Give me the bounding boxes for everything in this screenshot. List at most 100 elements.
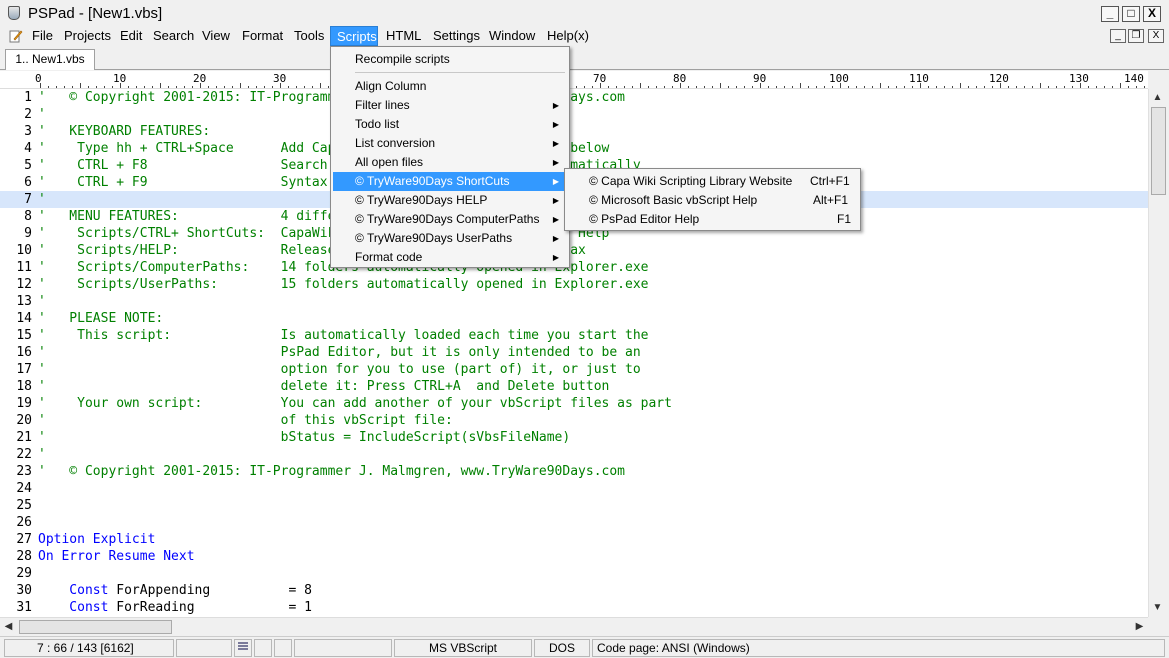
- menu-item-recompile-scripts[interactable]: Recompile scripts: [333, 50, 567, 69]
- menu-window[interactable]: Window: [483, 26, 541, 46]
- submenu-arrow-icon: ▶: [552, 139, 559, 148]
- ruler-tick: [632, 86, 633, 88]
- line-ending-format[interactable]: DOS: [534, 639, 590, 657]
- menu-tools[interactable]: Tools: [288, 26, 330, 46]
- ruler-tick: [176, 86, 177, 88]
- pspad-app-icon[interactable]: [8, 6, 20, 20]
- minimize-button[interactable]: _: [1101, 6, 1119, 22]
- ruler-tick: [1088, 86, 1089, 88]
- ruler-tick: [912, 86, 913, 88]
- code-line: 16 ' PsPad Editor, but it is only intende…: [16, 345, 641, 360]
- tab-bar: 1.. New1.vbs: [0, 46, 1169, 70]
- status-panel-empty: [274, 639, 292, 657]
- horizontal-scroll-thumb[interactable]: [19, 620, 172, 634]
- status-panel-empty: [254, 639, 272, 657]
- menu-item-tryware-shortcuts[interactable]: © TryWare90Days ShortCuts ▶: [333, 172, 567, 191]
- submenu-item-pspad-help[interactable]: © PsPad Editor Help F1: [567, 210, 858, 229]
- wrap-lines-icon[interactable]: [234, 639, 252, 657]
- menu-item-todo-list[interactable]: Todo list ▶: [333, 115, 567, 134]
- code-line: 10 ' Scripts/HELP: Release... ...ScrSynta…: [16, 243, 586, 258]
- ruler-tick: [840, 83, 841, 88]
- code-line: 25: [16, 498, 32, 513]
- ruler-tick: [272, 86, 273, 88]
- ruler-tick: [920, 83, 921, 88]
- mdi-minimize-button[interactable]: _: [1110, 29, 1126, 43]
- vertical-scrollbar[interactable]: ▲ ▼: [1148, 89, 1167, 617]
- scroll-right-arrow-icon[interactable]: ▶: [1131, 618, 1148, 635]
- menu-item-tryware-computerpaths[interactable]: © TryWare90Days ComputerPaths ▶: [333, 210, 567, 229]
- ruler-tick: [208, 86, 209, 88]
- code-line: 14 ' PLEASE NOTE:: [16, 311, 164, 326]
- menu-search[interactable]: Search: [147, 26, 200, 46]
- status-bar: 7 : 66 / 143 [6162] MS VBScript DOS Code…: [0, 636, 1169, 658]
- cursor-position: 7 : 66 / 143 [6162]: [4, 639, 174, 657]
- code-line: 4 ' Type hh + CTRL+Space Add Capa Wiki Sc…: [24, 141, 610, 156]
- ruler-tick: [712, 86, 713, 88]
- submenu-item-vbscript-help[interactable]: © Microsoft Basic vbScript Help Alt+F1: [567, 191, 858, 210]
- code-line: 26: [16, 515, 32, 530]
- code-line: 29: [16, 566, 32, 581]
- code-line: 1 ' © Copyright 2001-2015: IT-Programmer …: [24, 90, 625, 105]
- ruler-tick: [576, 86, 577, 88]
- ruler-tick: [792, 86, 793, 88]
- ruler-tick: [744, 86, 745, 88]
- close-button[interactable]: X: [1143, 6, 1161, 22]
- menu-projects[interactable]: Projects: [58, 26, 117, 46]
- vertical-scroll-thumb[interactable]: [1151, 107, 1166, 195]
- edit-document-icon: [9, 30, 23, 43]
- ruler-tick: [976, 86, 977, 88]
- ruler-tick: [592, 86, 593, 88]
- ruler-label: 100: [829, 72, 849, 85]
- shortcut-key: Ctrl+F1: [810, 174, 850, 188]
- maximize-button[interactable]: □: [1122, 6, 1140, 22]
- code-line: 21 ' bStatus = IncludeScript(sVbsFileName…: [16, 430, 571, 445]
- ruler-tick: [1144, 86, 1145, 88]
- menu-item-filter-lines[interactable]: Filter lines ▶: [333, 96, 567, 115]
- submenu-item-capa-wiki[interactable]: © Capa Wiki Scripting Library Website Ctr…: [567, 172, 858, 191]
- ruler-tick: [152, 86, 153, 88]
- menu-item-all-open-files[interactable]: All open files ▶: [333, 153, 567, 172]
- menu-item-tryware-userpaths[interactable]: © TryWare90Days UserPaths ▶: [333, 229, 567, 248]
- menu-help[interactable]: Help(x): [541, 26, 595, 46]
- ruler-tick: [584, 86, 585, 88]
- ruler-tick: [768, 86, 769, 88]
- ruler-tick: [1080, 83, 1081, 88]
- menu-item-format-code[interactable]: Format code ▶: [333, 248, 567, 267]
- menu-settings[interactable]: Settings: [427, 26, 486, 46]
- scroll-up-arrow-icon[interactable]: ▲: [1149, 89, 1166, 106]
- menu-html[interactable]: HTML: [380, 26, 427, 46]
- ruler-tick: [784, 86, 785, 88]
- horizontal-scrollbar[interactable]: ◀ ▶: [0, 617, 1148, 635]
- ruler-tick: [848, 86, 849, 88]
- menu-item-list-conversion[interactable]: List conversion ▶: [333, 134, 567, 153]
- mdi-close-button[interactable]: X: [1148, 29, 1164, 43]
- ruler-tick: [192, 86, 193, 88]
- scroll-left-arrow-icon[interactable]: ◀: [0, 618, 17, 635]
- menu-format[interactable]: Format: [236, 26, 289, 46]
- tab-new1-vbs[interactable]: 1.. New1.vbs: [5, 49, 95, 70]
- code-line: 24: [16, 481, 32, 496]
- menu-item-tryware-help[interactable]: © TryWare90Days HELP ▶: [333, 191, 567, 210]
- menu-scripts[interactable]: Scripts: [330, 26, 378, 46]
- menu-bar: File Projects Edit Search View Format To…: [0, 26, 1169, 46]
- ruler-tick: [616, 86, 617, 88]
- ruler-tick: [776, 86, 777, 88]
- ruler-label: 130: [1069, 72, 1089, 85]
- scroll-down-arrow-icon[interactable]: ▼: [1149, 599, 1166, 616]
- menu-edit[interactable]: Edit: [114, 26, 148, 46]
- menu-view[interactable]: View: [196, 26, 236, 46]
- ruler-tick: [688, 86, 689, 88]
- scripts-dropdown-menu: Recompile scripts Align Column Filter li…: [330, 46, 570, 268]
- mdi-restore-button[interactable]: ❐: [1128, 29, 1144, 43]
- code-page[interactable]: Code page: ANSI (Windows): [592, 639, 1165, 657]
- ruler-tick: [880, 83, 881, 88]
- ruler-tick: [760, 83, 761, 88]
- menu-file[interactable]: File: [26, 26, 59, 46]
- ruler-tick: [328, 86, 329, 88]
- code-line: 11' Scripts/ComputerPaths: 14 folders au…: [16, 260, 649, 275]
- menu-item-align-column[interactable]: Align Column: [333, 77, 567, 96]
- ruler-tick: [944, 86, 945, 88]
- syntax-highlighter[interactable]: MS VBScript: [394, 639, 532, 657]
- ruler-tick: [1072, 86, 1073, 88]
- ruler-tick: [896, 86, 897, 88]
